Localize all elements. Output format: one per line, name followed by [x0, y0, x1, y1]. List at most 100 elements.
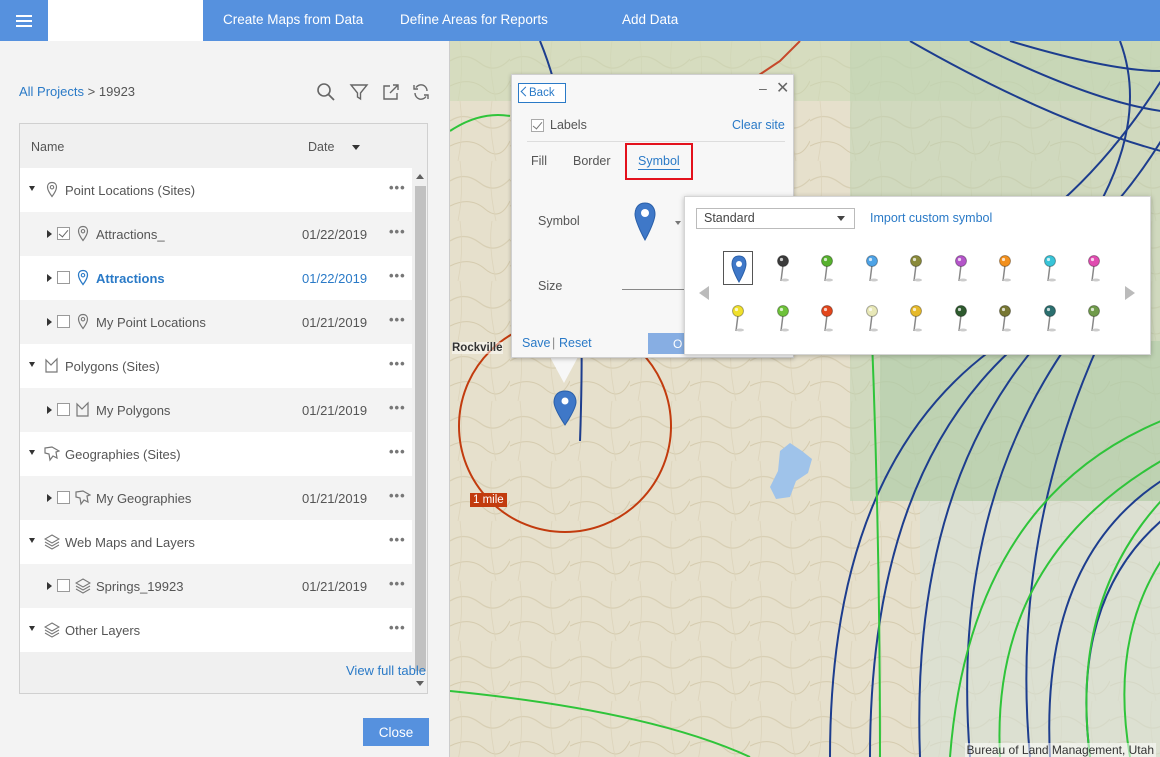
layer-checkbox[interactable] — [57, 315, 70, 328]
group-polygons[interactable]: Polygons (Sites) ••• — [20, 344, 412, 388]
symbol-option[interactable] — [1035, 251, 1065, 285]
collapse-caret-icon[interactable] — [29, 626, 35, 631]
layer-row-my-point-locations[interactable]: My Point Locations 01/21/2019 ••• — [20, 300, 412, 344]
row-label: Other Layers — [65, 623, 141, 638]
more-options-button[interactable]: ••• — [389, 400, 406, 415]
share-icon[interactable] — [381, 82, 401, 102]
previous-page-arrow-icon[interactable] — [699, 286, 709, 300]
expand-caret-icon[interactable] — [47, 582, 52, 590]
layer-checkbox[interactable] — [57, 403, 70, 416]
nav-create-maps[interactable]: Create Maps from Data — [223, 12, 363, 27]
tab-fill[interactable]: Fill — [531, 154, 547, 168]
location-pin-icon — [77, 269, 89, 286]
scroll-up-arrow-icon[interactable] — [416, 174, 424, 179]
place-label: Rockville — [452, 342, 503, 354]
collapse-caret-icon[interactable] — [29, 538, 35, 543]
more-options-button[interactable]: ••• — [389, 620, 406, 635]
collapse-caret-icon[interactable] — [29, 186, 35, 191]
group-web-maps[interactable]: Web Maps and Layers ••• — [20, 520, 412, 564]
more-options-button[interactable]: ••• — [389, 488, 406, 503]
layer-row-my-geographies[interactable]: My Geographies 01/21/2019 ••• — [20, 476, 412, 520]
layer-row-attractions-underscore[interactable]: Attractions_ 01/22/2019 ••• — [20, 212, 412, 256]
symbol-option[interactable] — [1035, 301, 1065, 335]
close-icon[interactable]: ✕ — [776, 78, 789, 98]
push-pin-icon — [732, 305, 744, 332]
more-options-button[interactable]: ••• — [389, 268, 406, 283]
next-page-arrow-icon[interactable] — [1125, 286, 1135, 300]
nav-add-data[interactable]: Add Data — [622, 12, 678, 27]
minimize-button[interactable]: – — [759, 80, 767, 96]
symbol-option[interactable] — [812, 301, 842, 335]
symbol-option[interactable] — [857, 301, 887, 335]
symbol-option[interactable] — [723, 301, 753, 335]
row-label: Springs_19923 — [96, 579, 184, 594]
expand-caret-icon[interactable] — [47, 494, 52, 502]
tab-symbol[interactable]: Symbol — [638, 154, 680, 170]
symbol-option-selected[interactable] — [723, 251, 753, 285]
collapse-caret-icon[interactable] — [29, 362, 35, 367]
menu-button[interactable] — [0, 0, 48, 41]
symbol-option[interactable] — [990, 251, 1020, 285]
expand-caret-icon[interactable] — [47, 318, 52, 326]
layer-checkbox[interactable] — [57, 271, 70, 284]
group-geographies[interactable]: Geographies (Sites) ••• — [20, 432, 412, 476]
push-pin-icon — [776, 305, 789, 332]
layer-checkbox[interactable] — [57, 227, 70, 240]
symbol-option[interactable] — [990, 301, 1020, 335]
expand-caret-icon[interactable] — [47, 230, 52, 238]
scrollbar-thumb[interactable] — [415, 186, 426, 671]
column-date[interactable]: Date — [308, 140, 334, 154]
geography-icon — [44, 446, 60, 462]
tab-border[interactable]: Border — [573, 154, 611, 168]
symbol-option[interactable] — [946, 301, 976, 335]
sort-down-icon[interactable] — [352, 145, 360, 150]
reset-link[interactable]: Reset — [559, 336, 592, 350]
push-pin-icon — [776, 255, 789, 282]
collapse-caret-icon[interactable] — [29, 450, 35, 455]
more-options-button[interactable]: ••• — [389, 576, 406, 591]
symbol-option[interactable] — [857, 251, 887, 285]
nav-define-areas[interactable]: Define Areas for Reports — [400, 12, 548, 27]
symbol-option[interactable] — [812, 251, 842, 285]
breadcrumb-all-projects[interactable]: All Projects — [19, 84, 84, 99]
import-custom-symbol-link[interactable]: Import custom symbol — [870, 211, 992, 225]
close-button[interactable]: Close — [363, 718, 429, 746]
back-button[interactable]: Back — [518, 83, 566, 103]
symbol-option[interactable] — [768, 251, 798, 285]
more-options-button[interactable]: ••• — [389, 180, 406, 195]
symbol-option[interactable] — [901, 251, 931, 285]
scroll-down-arrow-icon[interactable] — [416, 681, 424, 686]
symbol-option[interactable] — [768, 301, 798, 335]
layer-checkbox[interactable] — [57, 491, 70, 504]
more-options-button[interactable]: ••• — [389, 444, 406, 459]
more-options-button[interactable]: ••• — [389, 356, 406, 371]
more-options-button[interactable]: ••• — [389, 312, 406, 327]
more-options-button[interactable]: ••• — [389, 532, 406, 547]
expand-caret-icon[interactable] — [47, 274, 52, 282]
layer-row-my-polygons[interactable]: My Polygons 01/21/2019 ••• — [20, 388, 412, 432]
more-options-button[interactable]: ••• — [389, 224, 406, 239]
group-point-locations[interactable]: Point Locations (Sites) ••• — [20, 168, 412, 212]
row-date: 01/22/2019 — [302, 271, 368, 286]
layer-row-attractions[interactable]: Attractions 01/22/2019 ••• — [20, 256, 412, 300]
view-full-table-link[interactable]: View full table — [346, 663, 426, 678]
refresh-icon[interactable] — [411, 82, 431, 102]
column-name[interactable]: Name — [31, 140, 64, 154]
filter-icon[interactable] — [349, 82, 369, 102]
symbol-option[interactable] — [1079, 301, 1109, 335]
clear-site-link[interactable]: Clear site — [732, 118, 785, 132]
symbol-set-select[interactable]: Standard — [696, 208, 855, 229]
symbol-option[interactable] — [946, 251, 976, 285]
group-other-layers[interactable]: Other Layers ••• — [20, 608, 412, 652]
labels-checkbox[interactable] — [531, 119, 544, 132]
save-link[interactable]: Save — [522, 336, 551, 350]
symbol-option[interactable] — [901, 301, 931, 335]
popup-pointer — [550, 357, 578, 383]
expand-caret-icon[interactable] — [47, 406, 52, 414]
search-icon[interactable] — [316, 82, 336, 102]
layer-checkbox[interactable] — [57, 579, 70, 592]
symbol-option[interactable] — [1079, 251, 1109, 285]
layer-row-springs[interactable]: Springs_19923 01/21/2019 ••• — [20, 564, 412, 608]
symbol-preview-pin-icon[interactable] — [633, 202, 657, 242]
symbol-dropdown-arrow-icon[interactable] — [675, 221, 681, 225]
